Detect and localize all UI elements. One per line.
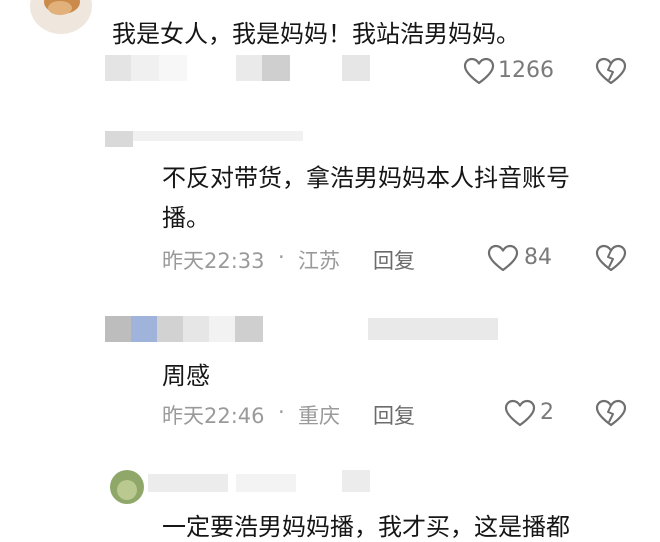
- broken-heart-icon[interactable]: [595, 399, 627, 428]
- like-count: 2: [540, 400, 554, 425]
- broken-heart-icon[interactable]: [595, 244, 627, 273]
- comment-location: 重庆: [298, 404, 340, 428]
- comment-text-line1: 不反对带货，拿浩男妈妈本人抖音账号: [162, 164, 570, 192]
- comment-time: 昨天22:46: [162, 404, 265, 428]
- meta-separator: ·: [278, 400, 285, 424]
- broken-heart-icon[interactable]: [595, 57, 627, 86]
- commenter-avatar[interactable]: [110, 470, 144, 504]
- heart-outline-icon[interactable]: [504, 399, 536, 428]
- comment-text: 一定要浩男妈妈播，我才买，这是播都: [162, 513, 570, 541]
- comment-text: 我是女人，我是妈妈！我站浩男妈妈。: [112, 20, 520, 48]
- reply-button[interactable]: 回复: [373, 400, 415, 430]
- reply-button[interactable]: 回复: [373, 245, 415, 275]
- heart-outline-icon[interactable]: [463, 57, 495, 86]
- avatar-illustration: [117, 480, 137, 500]
- meta-separator: ·: [278, 245, 285, 269]
- like-count: 84: [524, 245, 552, 270]
- comment-text-line2: 播。: [162, 204, 210, 232]
- like-count: 1266: [498, 58, 554, 83]
- commenter-avatar[interactable]: [30, 0, 92, 34]
- comment-text: 周感: [162, 362, 210, 390]
- comment-time: 昨天22:33: [162, 249, 265, 273]
- heart-outline-icon[interactable]: [487, 244, 519, 273]
- comment-location: 江苏: [298, 249, 340, 273]
- avatar-illustration: [44, 0, 80, 15]
